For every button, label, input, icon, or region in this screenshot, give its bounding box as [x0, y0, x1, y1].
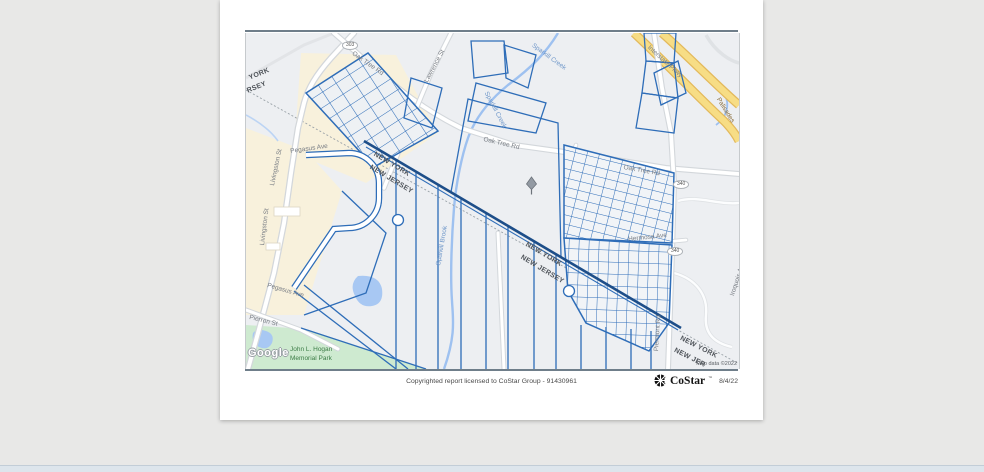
trademark-symbol: ™: [708, 375, 712, 380]
report-page: Oak Tree Rd Oak Tree Rd Oak Tree Rd Lawr…: [220, 0, 763, 420]
header-rule: [245, 30, 738, 32]
report-footer: Copyrighted report licensed to CoStar Gr…: [220, 374, 763, 392]
costar-logo-icon: [654, 374, 667, 387]
map-label-park-name: Memorial Park: [290, 356, 332, 363]
footer-rule: [245, 369, 738, 371]
map-marker-icon: [525, 176, 538, 196]
screen: Oak Tree Rd Oak Tree Rd Oak Tree Rd Lawr…: [0, 0, 984, 472]
report-date: 8/4/22: [719, 378, 738, 385]
map-label-park-name: John L. Hogan: [290, 347, 332, 354]
window-edge-strip: [0, 465, 984, 472]
map-image: Oak Tree Rd Oak Tree Rd Oak Tree Rd Lawr…: [245, 33, 740, 369]
costar-logo-text: CoStar: [670, 375, 705, 387]
google-logo: Google: [248, 347, 289, 359]
map-attribution: Map data ©2022: [696, 361, 737, 367]
costar-brand: CoStar ™: [654, 374, 712, 387]
map-graphic: [246, 33, 739, 369]
